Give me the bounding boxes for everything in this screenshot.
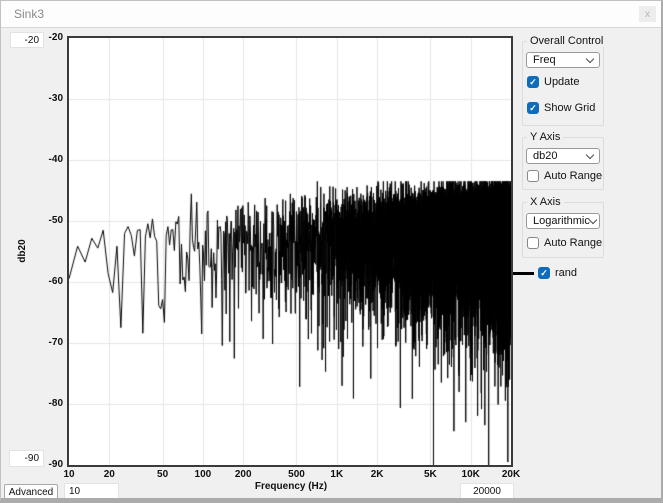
spectrum-canvas[interactable] xyxy=(69,38,511,465)
x-tick-label: 20 xyxy=(104,469,115,480)
y-axis-title: db20 xyxy=(17,229,29,273)
show-grid-checkbox[interactable]: ✓ xyxy=(527,102,539,114)
y-tick-label: -50 xyxy=(21,215,63,226)
show-grid-checkbox-row[interactable]: ✓ Show Grid xyxy=(527,102,595,114)
update-checkbox-row[interactable]: ✓ Update xyxy=(527,76,579,88)
y-tick-label: -70 xyxy=(21,337,63,348)
y-auto-range-checkbox[interactable]: ✓ xyxy=(527,170,539,182)
legend-label: rand xyxy=(555,267,577,279)
check-icon: ✓ xyxy=(540,269,548,278)
y-tick-label: -30 xyxy=(21,93,63,104)
dropdown-value-x-axis: Logarithmic xyxy=(533,215,590,227)
y-min-input[interactable] xyxy=(9,450,44,467)
overall-control-dropdown[interactable]: Freq xyxy=(526,52,600,68)
x-tick-label: 200 xyxy=(235,469,252,480)
x-tick-label: 1K xyxy=(330,469,343,480)
legend-line xyxy=(513,272,534,275)
x-auto-range-checkbox-row[interactable]: ✓ Auto Range xyxy=(527,237,602,249)
x-max-input[interactable] xyxy=(460,483,514,499)
chevron-down-icon xyxy=(586,54,594,62)
x-tick-label: 5K xyxy=(424,469,437,480)
x-tick-label: 2K xyxy=(371,469,384,480)
close-button[interactable]: x xyxy=(639,6,656,22)
update-checkbox-label: Update xyxy=(544,76,579,88)
y-axis-group: Y Axis db20 ✓ Auto Range xyxy=(522,137,604,190)
y-auto-range-checkbox-row[interactable]: ✓ Auto Range xyxy=(527,170,602,182)
legend: ✓ rand xyxy=(513,266,577,280)
x-tick-label: 10K xyxy=(462,469,480,480)
advanced-button[interactable]: Advanced xyxy=(4,484,58,500)
x-tick-label: 100 xyxy=(195,469,212,480)
x-tick-label: 50 xyxy=(157,469,168,480)
x-tick-label: 20K xyxy=(502,469,520,480)
window-title: Sink3 xyxy=(14,7,44,21)
y-tick-label: -20 xyxy=(21,32,63,43)
dropdown-value-y-axis: db20 xyxy=(533,150,557,162)
y-tick-label: -60 xyxy=(21,276,63,287)
chevron-down-icon xyxy=(586,150,594,158)
x-auto-range-label: Auto Range xyxy=(544,237,602,249)
show-grid-checkbox-label: Show Grid xyxy=(544,102,595,114)
sink3-window: Sink3 x -20-30-40-50-60-70-80-90 1020501… xyxy=(0,0,663,503)
y-tick-label: -40 xyxy=(21,154,63,165)
check-icon: ✓ xyxy=(529,78,537,87)
titlebar[interactable]: Sink3 x xyxy=(1,1,661,28)
group-label-y-axis: Y Axis xyxy=(527,132,563,143)
dropdown-value-overall: Freq xyxy=(533,54,556,66)
x-tick-label: 500 xyxy=(288,469,305,480)
group-label-x-axis: X Axis xyxy=(527,197,564,208)
x-tick-label: 10 xyxy=(63,469,74,480)
plot-frame xyxy=(67,36,513,467)
rand-series-checkbox[interactable]: ✓ xyxy=(538,267,550,279)
update-checkbox[interactable]: ✓ xyxy=(527,76,539,88)
check-icon: ✓ xyxy=(529,104,537,113)
x-axis-group: X Axis Logarithmic ✓ Auto Range xyxy=(522,202,604,258)
y-auto-range-label: Auto Range xyxy=(544,170,602,182)
group-label-overall: Overall Control xyxy=(527,36,606,47)
close-icon: x xyxy=(645,9,650,20)
x-auto-range-checkbox[interactable]: ✓ xyxy=(527,237,539,249)
y-tick-label: -80 xyxy=(21,398,63,409)
x-min-input[interactable] xyxy=(64,483,119,499)
overall-control-group: Overall Control Freq ✓ Update ✓ Show Gri… xyxy=(522,41,604,126)
x-axis-title: Frequency (Hz) xyxy=(211,481,371,492)
y-axis-dropdown[interactable]: db20 xyxy=(526,148,600,164)
x-axis-dropdown[interactable]: Logarithmic xyxy=(526,213,600,229)
